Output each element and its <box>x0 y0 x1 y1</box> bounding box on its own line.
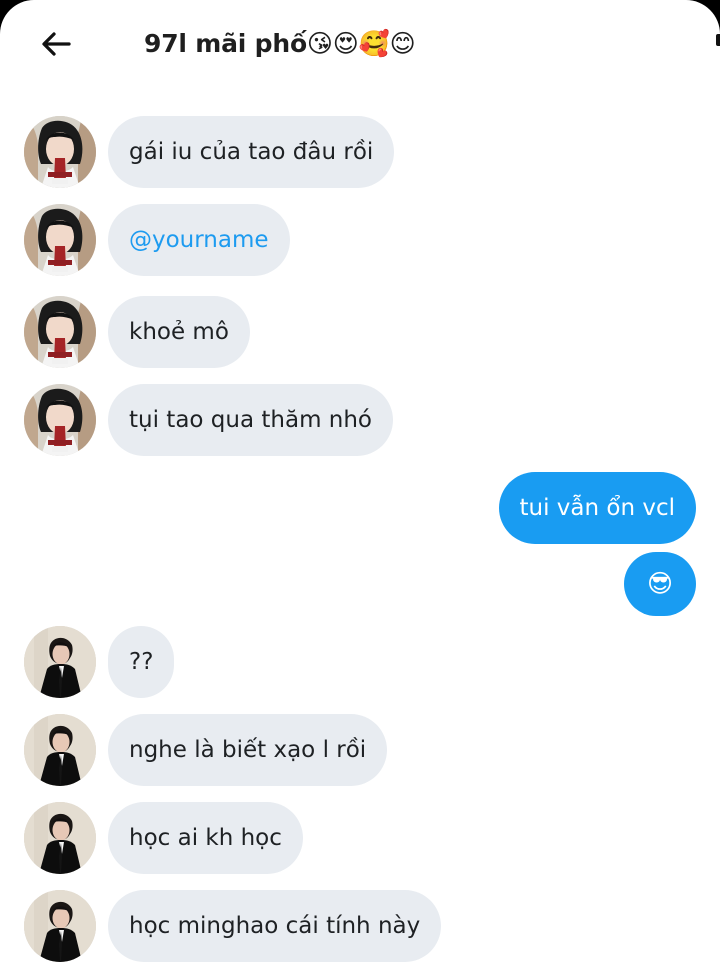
back-button[interactable] <box>34 24 78 68</box>
message-bubble[interactable]: 😎 <box>624 552 696 616</box>
message-row: 😎 <box>0 552 720 624</box>
message-bubble[interactable]: khoẻ mô <box>108 296 250 368</box>
mention-link[interactable]: @yourname <box>129 225 269 255</box>
message-row: tui vẫn ổn vcl <box>0 472 720 544</box>
message-row: khoẻ mô <box>0 296 720 368</box>
message-bubble[interactable]: học ai kh học <box>108 802 303 874</box>
message-bubble[interactable]: tui vẫn ổn vcl <box>498 472 696 544</box>
avatar[interactable] <box>24 116 96 188</box>
chat-header: 97l mãi phố😘😍🥰😊 <box>0 0 720 92</box>
chat-screen: 97l mãi phố😘😍🥰😊 gái iu của tao đâu rồi @… <box>0 0 720 972</box>
message-bubble[interactable]: gái iu của tao đâu rồi <box>108 116 395 188</box>
message-row: học ai kh học <box>0 802 720 874</box>
message-bubble[interactable]: tụi tao qua thăm nhó <box>108 384 394 456</box>
message-row: học minghao cái tính này <box>0 890 720 962</box>
message-bubble[interactable]: học minghao cái tính này <box>108 890 442 962</box>
message-row: nghe là biết xạo l rồi <box>0 714 720 786</box>
avatar[interactable] <box>24 296 96 368</box>
avatar[interactable] <box>24 890 96 962</box>
message-bubble[interactable]: @yourname <box>108 204 290 276</box>
message-bubble[interactable]: ?? <box>108 626 175 698</box>
avatar[interactable] <box>24 626 96 698</box>
message-row: gái iu của tao đâu rồi <box>0 116 720 188</box>
message-row: tụi tao qua thăm nhó <box>0 384 720 456</box>
chat-title[interactable]: 97l mãi phố😘😍🥰😊 <box>144 24 416 64</box>
message-row: @yourname <box>0 204 720 276</box>
arrow-left-icon <box>38 26 74 66</box>
avatar[interactable] <box>24 204 96 276</box>
message-bubble[interactable]: nghe là biết xạo l rồi <box>108 714 388 786</box>
avatar[interactable] <box>24 714 96 786</box>
avatar[interactable] <box>24 384 96 456</box>
message-row: ?? <box>0 626 720 698</box>
avatar[interactable] <box>24 802 96 874</box>
